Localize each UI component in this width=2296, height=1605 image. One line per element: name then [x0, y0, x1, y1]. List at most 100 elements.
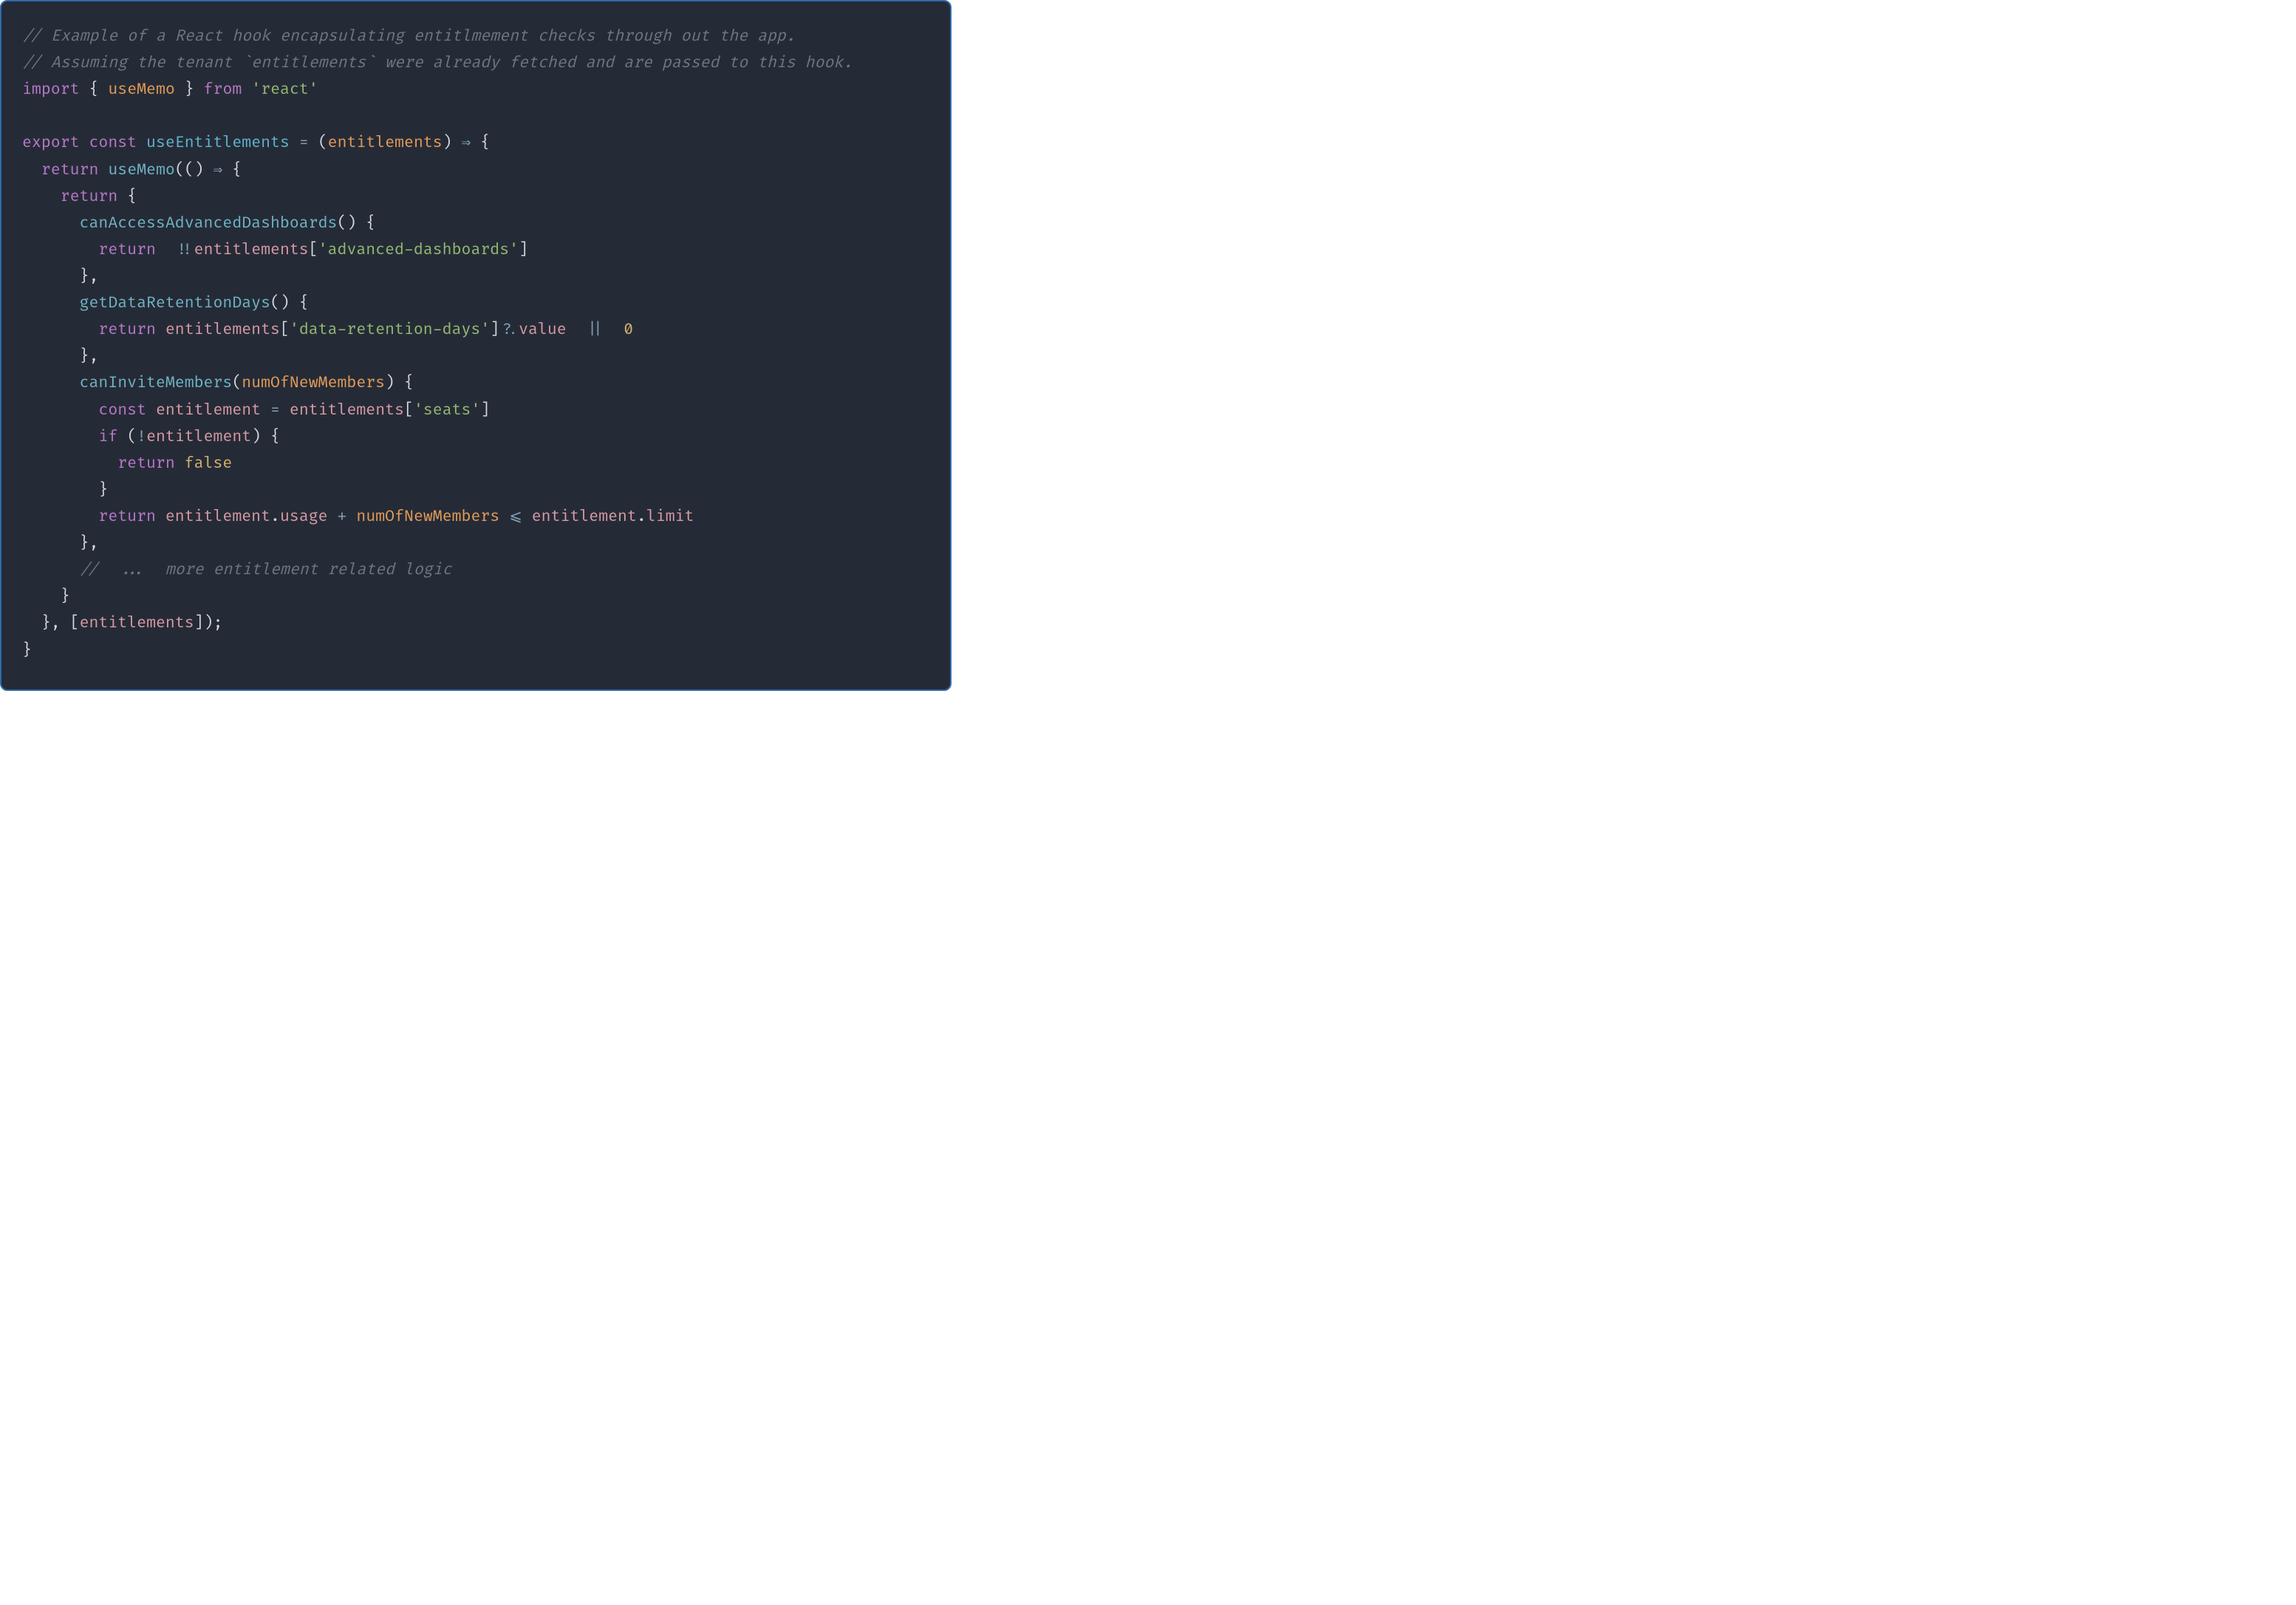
indent: [22, 188, 61, 206]
parens: (): [337, 214, 356, 233]
bracket: ]: [194, 614, 204, 633]
op-or: ||: [586, 321, 605, 339]
brace: {: [89, 81, 98, 99]
space: [567, 321, 586, 339]
method-getDataRetentionDays: getDataRetentionDays: [80, 294, 270, 313]
kw-export: export: [22, 134, 80, 152]
var-entitlement: entitlement: [532, 508, 637, 526]
brace: }: [61, 587, 70, 606]
var-entitlements: entitlements: [80, 614, 194, 633]
paren: ): [194, 161, 204, 180]
indent: [22, 454, 117, 473]
kw-return: return: [98, 508, 156, 526]
kw-const: const: [89, 134, 137, 152]
bracket: ]: [480, 401, 490, 420]
brace: }: [22, 641, 32, 660]
op-optchain: ?.: [499, 321, 519, 339]
method-canAccessAdvancedDashboards: canAccessAdvancedDashboards: [80, 214, 338, 233]
method-canInviteMembers: canInviteMembers: [80, 374, 233, 392]
op-lte: ⩽: [509, 508, 522, 526]
brace: }: [80, 347, 89, 366]
bracket: [: [280, 321, 290, 339]
semicolon: ;: [213, 614, 223, 633]
brace: {: [366, 214, 375, 233]
space: [156, 241, 175, 259]
code-comment: // Assuming the tenant `entitlements` we…: [22, 54, 853, 72]
brace: }: [185, 81, 194, 99]
paren: ): [251, 428, 261, 446]
indent: [22, 294, 80, 313]
param-numOfNewMembers: numOfNewMembers: [242, 374, 385, 392]
fn-useEntitlements: useEntitlements: [146, 134, 290, 152]
bracket: [: [309, 241, 318, 259]
string-literal: 'advanced-dashboards': [318, 241, 519, 259]
indent: [22, 508, 98, 526]
op-arrow: ⇒: [213, 161, 223, 180]
prop-usage: usage: [280, 508, 328, 526]
bracket: [: [404, 401, 414, 420]
bracket: [: [70, 614, 80, 633]
parens: (): [270, 294, 290, 313]
kw-import: import: [22, 81, 80, 99]
paren: (: [232, 374, 242, 392]
kw-return: return: [117, 454, 175, 473]
kw-return: return: [41, 161, 99, 180]
op-notnot: !!: [175, 241, 194, 259]
paren: (: [185, 161, 194, 180]
var-entitlements: entitlements: [194, 241, 309, 259]
code-block: // Example of a React hook encapsulating…: [0, 0, 951, 691]
prop-limit: limit: [646, 508, 694, 526]
indent: [22, 161, 41, 180]
indent: [22, 534, 80, 553]
paren: ): [443, 134, 452, 152]
op-assign: =: [299, 134, 309, 152]
paren: (: [127, 428, 137, 446]
op-plus: +: [338, 508, 347, 526]
code-comment: // ... more entitlement related logic: [80, 561, 452, 579]
ident-useMemo: useMemo: [108, 81, 174, 99]
brace: {: [299, 294, 309, 313]
var-entitlement: entitlement: [156, 401, 261, 420]
indent: [22, 321, 98, 339]
number-literal: 0: [623, 321, 633, 339]
bool-false: false: [185, 454, 233, 473]
var-entitlement: entitlement: [146, 428, 251, 446]
kw-return: return: [98, 321, 156, 339]
bracket: ]: [490, 321, 499, 339]
brace: {: [270, 428, 280, 446]
dot: .: [637, 508, 646, 526]
kw-return: return: [61, 188, 118, 206]
comma: ,: [89, 268, 98, 286]
brace: {: [127, 188, 137, 206]
indent: [22, 347, 80, 366]
comma: ,: [51, 614, 61, 633]
brace: }: [98, 481, 108, 500]
comma: ,: [89, 347, 98, 366]
var-entitlements: entitlements: [165, 321, 280, 339]
kw-if: if: [98, 428, 117, 446]
brace: }: [80, 534, 89, 553]
op-not: !: [137, 428, 146, 446]
string-literal: 'react': [251, 81, 318, 99]
bracket: ]: [519, 241, 528, 259]
prop-value: value: [519, 321, 567, 339]
fn-useMemo-call: useMemo: [108, 161, 174, 180]
indent: [22, 374, 80, 392]
var-entitlements: entitlements: [290, 401, 404, 420]
space: [604, 321, 623, 339]
brace: }: [41, 614, 51, 633]
string-literal: 'data-retention-days': [290, 321, 490, 339]
brace: {: [404, 374, 414, 392]
paren: ): [385, 374, 394, 392]
brace: {: [232, 161, 242, 180]
dot: .: [270, 508, 280, 526]
indent: [22, 428, 98, 446]
indent: [22, 401, 98, 420]
op-arrow: ⇒: [462, 134, 471, 152]
paren: ): [204, 614, 213, 633]
paren: (: [318, 134, 328, 152]
kw-const: const: [98, 401, 146, 420]
string-literal: 'seats': [414, 401, 480, 420]
indent: [22, 241, 98, 259]
var-numOfNewMembers: numOfNewMembers: [356, 508, 499, 526]
